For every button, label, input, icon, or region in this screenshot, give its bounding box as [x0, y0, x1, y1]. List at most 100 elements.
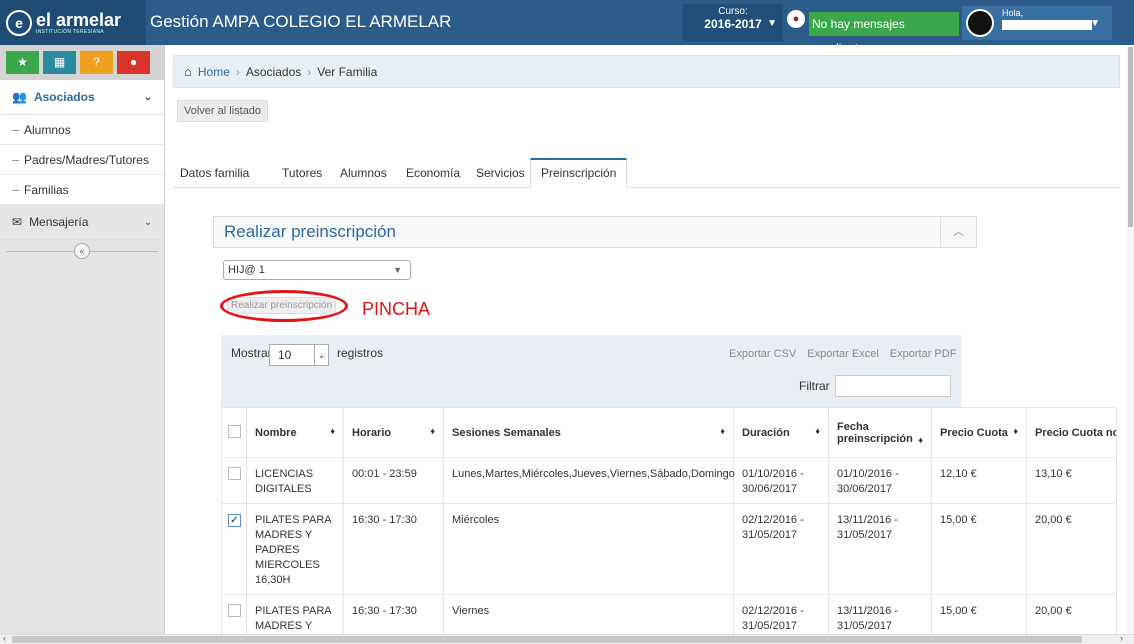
cell-sesiones: Lunes,Martes,Miércoles,Jueves,Viernes,Sá… [443, 457, 735, 504]
panel-title: Realizar preinscripción [224, 222, 396, 241]
back-to-list-button[interactable]: Volver al listado [177, 100, 269, 122]
select-all-checkbox[interactable] [228, 424, 241, 438]
app-title: Gestión AMPA COLEGIO EL ARMELAR [150, 12, 452, 31]
chevron-up-icon[interactable]: ︿ [940, 217, 976, 247]
curso-selector[interactable]: Curso: 2016-2017 ▼ [683, 4, 783, 41]
cell-horario: 00:01 - 23:59 [343, 457, 444, 504]
col-precio-no-socio[interactable]: Precio Cuota no socio [1026, 407, 1117, 458]
sort-icon: ♦ [1013, 426, 1018, 436]
col-duracion[interactable]: Duración ♦ [733, 407, 829, 458]
dashboard-icon[interactable]: ★ [6, 51, 39, 74]
scroll-left-icon[interactable]: ‹ [3, 633, 6, 643]
main-content: ⌂ Home › Asociados › Ver Familia Volver … [165, 45, 1127, 641]
sidebar-group-asociados[interactable]: 👥 Asociados ⌄ [0, 80, 164, 115]
home-icon[interactable]: ⌂ [184, 64, 192, 79]
collapse-sidebar-icon[interactable]: « [74, 243, 90, 259]
breadcrumb: ⌂ Home › Asociados › Ver Familia [173, 55, 1120, 88]
cell-nombre: LICENCIAS DIGITALES [246, 457, 344, 504]
row-checkbox[interactable] [228, 467, 241, 480]
export-pdf-button[interactable]: Exportar PDF [887, 345, 960, 363]
filter-input[interactable] [835, 375, 951, 397]
redacted-username [1002, 20, 1092, 30]
sort-icon: ♦ [330, 426, 335, 436]
caret-down-icon: ⌄ [314, 345, 328, 365]
col-horario[interactable]: Horario ♦ [343, 407, 444, 458]
col-precio[interactable]: Precio Cuota ♦ [931, 407, 1027, 458]
breadcrumb-section[interactable]: Asociados [246, 65, 301, 79]
sidebar-item-padres[interactable]: Padres/Madres/Tutores [0, 145, 164, 175]
brand-name: el armelar [36, 9, 122, 30]
tab-tutores[interactable]: Tutores [282, 166, 322, 180]
annotation-text: PINCHA [362, 299, 431, 319]
tab-economia[interactable]: Economía [406, 166, 460, 180]
sidebar-group-label: Mensajería [29, 215, 89, 229]
calendar-icon[interactable]: ▦ [43, 51, 76, 74]
cell-precio-no-socio: 13,10 € [1026, 457, 1117, 504]
tab-preinscripcion[interactable]: Preinscripción [530, 158, 628, 188]
cell-precio-no-socio: 20,00 € [1026, 503, 1117, 595]
cell-duracion: 01/10/2016 - 30/06/2017 [733, 457, 829, 504]
brand-subtitle: INSTITUCIÓN TERESIANA [36, 28, 104, 35]
brand-logo[interactable]: e el armelar INSTITUCIÓN TERESIANA [0, 0, 146, 45]
breadcrumb-home[interactable]: Home [198, 65, 230, 79]
user-menu[interactable]: Hola, ▼ [962, 6, 1112, 40]
tab-alumnos[interactable]: Alumnos [340, 166, 387, 180]
sidebar-item-familias[interactable]: Familias [0, 175, 164, 205]
caret-down-icon: ▼ [1090, 18, 1100, 29]
sort-icon: ♦ [430, 426, 435, 436]
curso-label: Curso: [718, 6, 748, 17]
chat-icon[interactable]: ● [117, 51, 150, 74]
cell-fecha: 13/11/2016 - 31/05/2017 [828, 503, 932, 595]
envelope-icon: ✉ [12, 215, 23, 229]
table-row[interactable]: ✓ PILATES PARA MADRES Y PADRES MIERCOLES… [221, 503, 1117, 595]
export-excel-button[interactable]: Exportar Excel [804, 345, 882, 363]
cell-fecha: 01/10/2016 - 30/06/2017 [828, 457, 932, 504]
messages-badge[interactable]: No hay mensajes pendientes [809, 12, 959, 55]
filter-label: Filtrar [799, 379, 830, 393]
help-icon[interactable]: ? [80, 51, 113, 74]
sort-icon: ♦ [720, 426, 725, 436]
row-checkbox-checked[interactable]: ✓ [228, 514, 241, 527]
quick-actions: ★ ▦ ? ● [0, 45, 164, 80]
sidebar-item-alumnos[interactable]: Alumnos [0, 115, 164, 145]
brand-emblem-icon: e [6, 9, 32, 36]
horizontal-scrollbar[interactable]: ‹ › [0, 633, 1134, 644]
col-nombre[interactable]: Nombre ♦ [246, 407, 344, 458]
show-label: Mostrar [231, 346, 272, 360]
preinscripcion-panel-header: Realizar preinscripción ︿ [213, 216, 977, 248]
cell-precio: 15,00 € [931, 503, 1027, 595]
chevron-down-icon: ⌄ [143, 91, 152, 103]
tabs: Datos familia Tutores Alumnos Economía S… [173, 158, 1120, 188]
page-length-select[interactable]: 10 ⌄ [269, 344, 329, 366]
sidebar-group-label: Asociados [33, 90, 95, 104]
table-header-row: Nombre ♦ Horario ♦ Sesiones Semanales ♦ Dur… [221, 407, 1117, 458]
export-csv-button[interactable]: Exportar CSV [726, 345, 799, 363]
caret-down-icon: ▼ [393, 265, 402, 275]
col-fecha[interactable]: Fecha preinscripción ♦ [828, 407, 932, 458]
col-sesiones[interactable]: Sesiones Semanales ♦ [443, 407, 734, 458]
sort-icon: ♦ [815, 426, 820, 436]
user-greeting: Hola, [1002, 8, 1024, 18]
cell-nombre: PILATES PARA MADRES Y PADRES MIERCOLES 1… [246, 503, 344, 595]
tab-servicios[interactable]: Servicios [476, 166, 525, 180]
tab-datos-familia[interactable]: Datos familia [180, 166, 249, 180]
annotation-ellipse [220, 290, 348, 322]
row-checkbox[interactable] [228, 604, 241, 617]
avatar [966, 9, 994, 37]
sidebar-collapse: « [0, 240, 164, 262]
cell-horario: 16:30 - 17:30 [343, 503, 444, 595]
records-label: registros [337, 346, 384, 360]
scroll-right-icon[interactable]: › [1120, 633, 1123, 643]
breadcrumb-current: Ver Familia [317, 64, 378, 79]
table-row[interactable]: LICENCIAS DIGITALES 00:01 - 23:59 Lunes,… [221, 457, 1117, 504]
sidebar-group-mensajeria[interactable]: ✉ Mensajería ⌄ [0, 205, 164, 240]
sort-icon: ♦ [918, 435, 923, 445]
globe-icon[interactable]: ● [787, 10, 805, 28]
child-select[interactable]: HIJ@ 1 ▼ [223, 260, 411, 280]
top-navbar: e el armelar INSTITUCIÓN TERESIANA Gesti… [0, 0, 1134, 55]
vertical-scrollbar[interactable] [1127, 45, 1134, 634]
services-table: Nombre ♦ Horario ♦ Sesiones Semanales ♦ Dur… [221, 407, 1117, 641]
users-icon: 👥 [12, 90, 27, 104]
cell-precio: 12,10 € [931, 457, 1027, 504]
caret-down-icon: ▼ [767, 18, 777, 29]
